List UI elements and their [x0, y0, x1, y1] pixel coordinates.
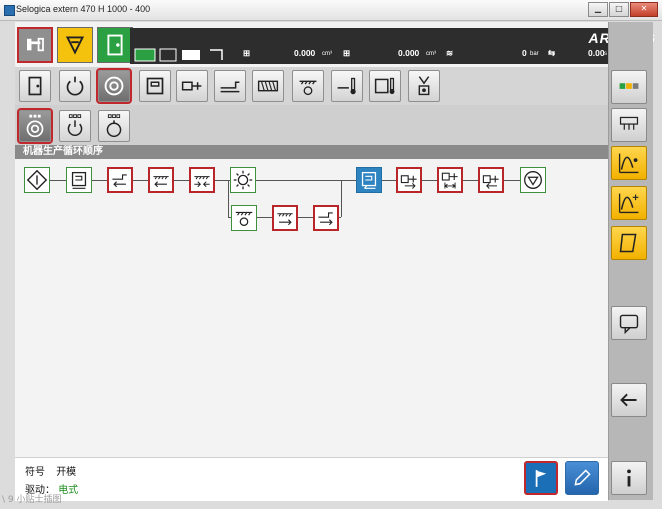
robot-gripper-icon-button[interactable] — [408, 70, 440, 102]
holding-pressure-node[interactable] — [189, 167, 215, 193]
back-button[interactable] — [611, 383, 647, 417]
cycle-sequence-icon-button[interactable] — [96, 68, 132, 104]
injection-node[interactable] — [148, 167, 174, 193]
mold-icon-button[interactable] — [139, 70, 171, 102]
door-icon-button[interactable] — [19, 70, 51, 102]
power-submode-icon-button[interactable] — [59, 110, 91, 142]
status-unit-2: cm³ — [426, 51, 436, 57]
symbol-value: 开模 — [56, 467, 77, 478]
flow-branch-right — [341, 180, 342, 217]
flag-button[interactable] — [524, 461, 558, 495]
mold-close-node[interactable] — [66, 167, 92, 193]
quality-curve-button[interactable] — [611, 186, 647, 220]
status-lights-button[interactable] — [611, 70, 647, 104]
decompression-node[interactable] — [272, 205, 298, 231]
application-window: Selogica extern 470 H 1000 - 400 ▁ □ ✕ A… — [0, 0, 662, 509]
ejector-back-node[interactable] — [478, 167, 504, 193]
status-unit-4: s — [604, 51, 607, 57]
status-value-2: 0.000 — [398, 48, 420, 58]
stop-submode-icon-button[interactable] — [98, 110, 130, 142]
cycle-sequence-canvas — [15, 159, 608, 457]
power-cycle-icon-button[interactable] — [59, 70, 91, 102]
status-unit-3: bar — [530, 51, 539, 57]
start-node[interactable] — [24, 167, 50, 193]
cycle-submode-icon-button[interactable] — [17, 108, 53, 144]
pressure-icon: ≋ — [446, 48, 454, 58]
cooling-node[interactable] — [230, 167, 256, 193]
filter-mode-tile[interactable] — [57, 27, 93, 63]
temperature-icon-button[interactable] — [331, 70, 363, 102]
nozzle-back-node[interactable] — [313, 205, 339, 231]
info-button[interactable] — [611, 461, 647, 495]
status-unit-1: cm³ — [322, 51, 332, 57]
title-bar: Selogica extern 470 H 1000 - 400 ▁ □ ✕ — [0, 0, 662, 21]
status-value-3: 0 — [522, 48, 527, 58]
ejector-forward-node[interactable] — [396, 167, 422, 193]
window-title: Selogica extern 470 H 1000 - 400 — [16, 4, 151, 14]
symbol-info: 符号 开模 — [25, 463, 76, 478]
status-value-4: 0.00 — [588, 48, 605, 58]
ejector-stroke-node[interactable] — [437, 167, 463, 193]
maximize-button[interactable]: □ — [609, 2, 629, 17]
watermark: \ 9 小贴士插图 — [2, 495, 62, 505]
section-title: 机器生产循环顺序 — [15, 145, 608, 159]
plasticizing-node[interactable] — [231, 205, 257, 231]
notes-button[interactable] — [611, 226, 647, 260]
flow-branch-left — [228, 180, 229, 217]
screw-icon-button[interactable] — [252, 70, 284, 102]
plasticize-icon-button[interactable] — [292, 70, 324, 102]
cycle-time-icon: ⇆ — [548, 48, 556, 58]
mold-open-node[interactable] — [356, 167, 382, 193]
end-node[interactable] — [520, 167, 546, 193]
app-icon — [4, 5, 15, 16]
status-readouts: ⊞ 0.000 cm³ ⊞ 0.000 cm³ ≋ 0 bar ⇆ 0.00 s — [130, 48, 608, 62]
close-button[interactable]: ✕ — [630, 2, 658, 17]
minimize-button[interactable]: ▁ — [588, 2, 608, 17]
symbol-label: 符号 — [25, 467, 45, 478]
clamp-force-icon: ⊞ — [243, 48, 251, 58]
injection-unit-icon-button[interactable] — [176, 70, 208, 102]
dosing-volume-icon: ⊞ — [343, 48, 351, 58]
hierarchy-button[interactable] — [611, 108, 647, 142]
mold-temperature-icon-button[interactable] — [369, 70, 401, 102]
edit-button[interactable] — [565, 461, 599, 495]
info-panel — [15, 457, 608, 501]
status-value-1: 0.000 — [294, 48, 316, 58]
nozzle-forward-node[interactable] — [107, 167, 133, 193]
process-curve-button[interactable] — [611, 146, 647, 180]
door-mode-tile[interactable] — [97, 27, 133, 63]
ejector-icon-button[interactable] — [214, 70, 246, 102]
mold-open-mode-tile[interactable] — [17, 27, 53, 63]
message-button[interactable] — [611, 306, 647, 340]
